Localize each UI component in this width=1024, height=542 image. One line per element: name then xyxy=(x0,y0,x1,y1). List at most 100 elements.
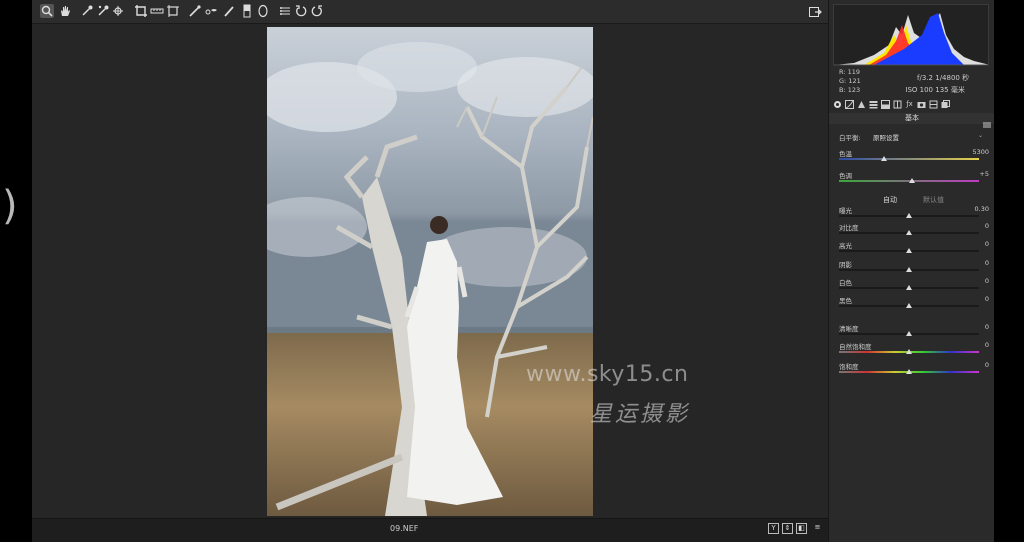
hand-tool-icon[interactable] xyxy=(58,4,72,18)
red-eye-tool-icon[interactable] xyxy=(204,4,218,18)
white-balance-label: 白平衡: xyxy=(839,134,861,142)
tint-slider-row: 色调 +5 xyxy=(839,170,989,187)
adjustment-brush-icon[interactable] xyxy=(222,4,236,18)
color-sampler-tool-icon[interactable] xyxy=(96,4,110,18)
crop-tool-icon[interactable] xyxy=(134,4,148,18)
contrast-value[interactable]: 0 xyxy=(985,222,989,230)
snapshots-tab-icon[interactable] xyxy=(941,100,950,109)
preview-canvas[interactable]: www.sky15.cn 星运摄影 xyxy=(36,24,824,518)
temperature-label: 色温 xyxy=(839,150,852,158)
rotate-cw-icon[interactable] xyxy=(310,4,324,18)
white-balance-tool-icon[interactable] xyxy=(80,4,94,18)
blacks-slider-thumb[interactable] xyxy=(906,303,912,308)
detail-tab-icon[interactable] xyxy=(857,100,866,109)
contrast-slider-thumb[interactable] xyxy=(906,230,912,235)
vibrance-slider-row: 自然饱和度 0 xyxy=(839,341,989,358)
temperature-slider-row: 色温 5300 xyxy=(839,148,989,165)
exposure-slider-thumb[interactable] xyxy=(906,213,912,218)
clarity-label: 清晰度 xyxy=(839,325,859,333)
tint-slider-thumb[interactable] xyxy=(908,178,915,183)
highlights-slider-row: 高光 0 xyxy=(839,240,989,257)
rotate-ccw-icon[interactable] xyxy=(294,4,308,18)
basic-section-title: 基本 xyxy=(829,113,995,124)
shadows-slider-thumb[interactable] xyxy=(906,267,912,272)
clarity-value[interactable]: 0 xyxy=(985,323,989,331)
panel-tabs: ƒx xyxy=(831,99,993,112)
contrast-label: 对比度 xyxy=(839,224,859,232)
auto-button[interactable]: 自动 xyxy=(883,195,897,205)
hsl-tab-icon[interactable] xyxy=(869,100,878,109)
camera-calibration-tab-icon[interactable] xyxy=(917,100,926,109)
toggle-fullscreen-icon[interactable] xyxy=(808,4,822,18)
highlights-label: 高光 xyxy=(839,242,852,250)
watermark-name: 星运摄影 xyxy=(590,402,691,427)
default-button[interactable]: 默认值 xyxy=(923,195,944,205)
split-toning-tab-icon[interactable] xyxy=(881,100,890,109)
clarity-slider-thumb[interactable] xyxy=(906,331,912,336)
transform-tool-icon[interactable] xyxy=(166,4,180,18)
temperature-value[interactable]: 5300 xyxy=(972,148,989,156)
blacks-slider-row: 黑色 0 xyxy=(839,295,989,312)
preferences-icon[interactable] xyxy=(278,4,292,18)
vibrance-value[interactable]: 0 xyxy=(985,341,989,349)
rgb-readout: R: 119 G: 121 B: 123 xyxy=(839,68,861,95)
targeted-adjustment-tool-icon[interactable] xyxy=(112,4,126,18)
white-balance-select[interactable]: 原照设置 ⌄ xyxy=(873,132,985,142)
chevron-down-icon: ⌄ xyxy=(977,132,983,139)
saturation-value[interactable]: 0 xyxy=(985,361,989,369)
tint-value[interactable]: +5 xyxy=(979,170,989,178)
focal-length: 135 毫米 xyxy=(935,86,965,94)
whites-slider-thumb[interactable] xyxy=(906,285,912,290)
r-value: 119 xyxy=(847,68,861,76)
r-label: R: xyxy=(839,68,846,76)
whites-value[interactable]: 0 xyxy=(985,277,989,285)
fx-tab-icon[interactable]: ƒx xyxy=(905,100,914,109)
watermark: www.sky15.cn 星运摄影 xyxy=(526,354,746,434)
left-black-strip: ) xyxy=(0,0,32,542)
straighten-tool-icon[interactable] xyxy=(150,4,164,18)
watermark-url: www.sky15.cn xyxy=(526,362,689,387)
view-settings-button[interactable]: ≡ xyxy=(812,523,823,534)
whites-slider-row: 白色 0 xyxy=(839,277,989,294)
clarity-slider-row: 清晰度 0 xyxy=(839,323,989,340)
shadows-value[interactable]: 0 xyxy=(985,259,989,267)
exposure-slider-row: 曝光 0.30 xyxy=(839,205,989,222)
exif-info: f/3.2 1/4800 秒 ISO 100 135 毫米 xyxy=(881,72,991,96)
b-value: 123 xyxy=(847,86,861,94)
shutter-speed: 1/4800 秒 xyxy=(935,74,970,82)
b-label: B: xyxy=(839,86,846,94)
graduated-filter-icon[interactable] xyxy=(240,4,254,18)
filename-label: 09.NEF xyxy=(390,524,419,533)
edge-bracket: ) xyxy=(2,183,18,229)
exposure-value[interactable]: 0.30 xyxy=(975,205,989,213)
swap-settings-button[interactable]: ◧ xyxy=(796,523,807,534)
vibrance-slider-thumb[interactable] xyxy=(906,349,912,354)
whites-label: 白色 xyxy=(839,279,852,287)
panel-menu-icon[interactable] xyxy=(983,114,991,128)
before-after-split-button[interactable]: ⇕ xyxy=(782,523,793,534)
basic-tab-icon[interactable] xyxy=(833,100,842,109)
spot-removal-tool-icon[interactable] xyxy=(188,4,202,18)
saturation-label: 饱和度 xyxy=(839,363,859,371)
white-balance-row: 白平衡: 原照设置 ⌄ xyxy=(839,132,989,143)
presets-tab-icon[interactable] xyxy=(929,100,938,109)
shadows-label: 阴影 xyxy=(839,261,852,269)
temperature-slider-thumb[interactable] xyxy=(880,156,887,161)
vibrance-label: 自然饱和度 xyxy=(839,343,872,351)
temperature-slider-track[interactable] xyxy=(839,158,979,160)
tint-label: 色调 xyxy=(839,172,852,180)
tone-curve-tab-icon[interactable] xyxy=(845,100,854,109)
contrast-slider-row: 对比度 0 xyxy=(839,222,989,239)
before-after-y-button[interactable]: Y xyxy=(768,523,779,534)
saturation-slider-thumb[interactable] xyxy=(906,369,912,374)
g-label: G: xyxy=(839,77,847,85)
zoom-tool-icon[interactable] xyxy=(40,4,54,18)
aperture: f/3.2 xyxy=(917,74,933,82)
lens-tab-icon[interactable] xyxy=(893,100,902,109)
auto-default-row: 自动 默认值 xyxy=(829,195,995,205)
highlights-value[interactable]: 0 xyxy=(985,240,989,248)
blacks-value[interactable]: 0 xyxy=(985,295,989,303)
radial-filter-icon[interactable] xyxy=(256,4,270,18)
highlights-slider-thumb[interactable] xyxy=(906,248,912,253)
preview-photo[interactable] xyxy=(267,27,593,516)
